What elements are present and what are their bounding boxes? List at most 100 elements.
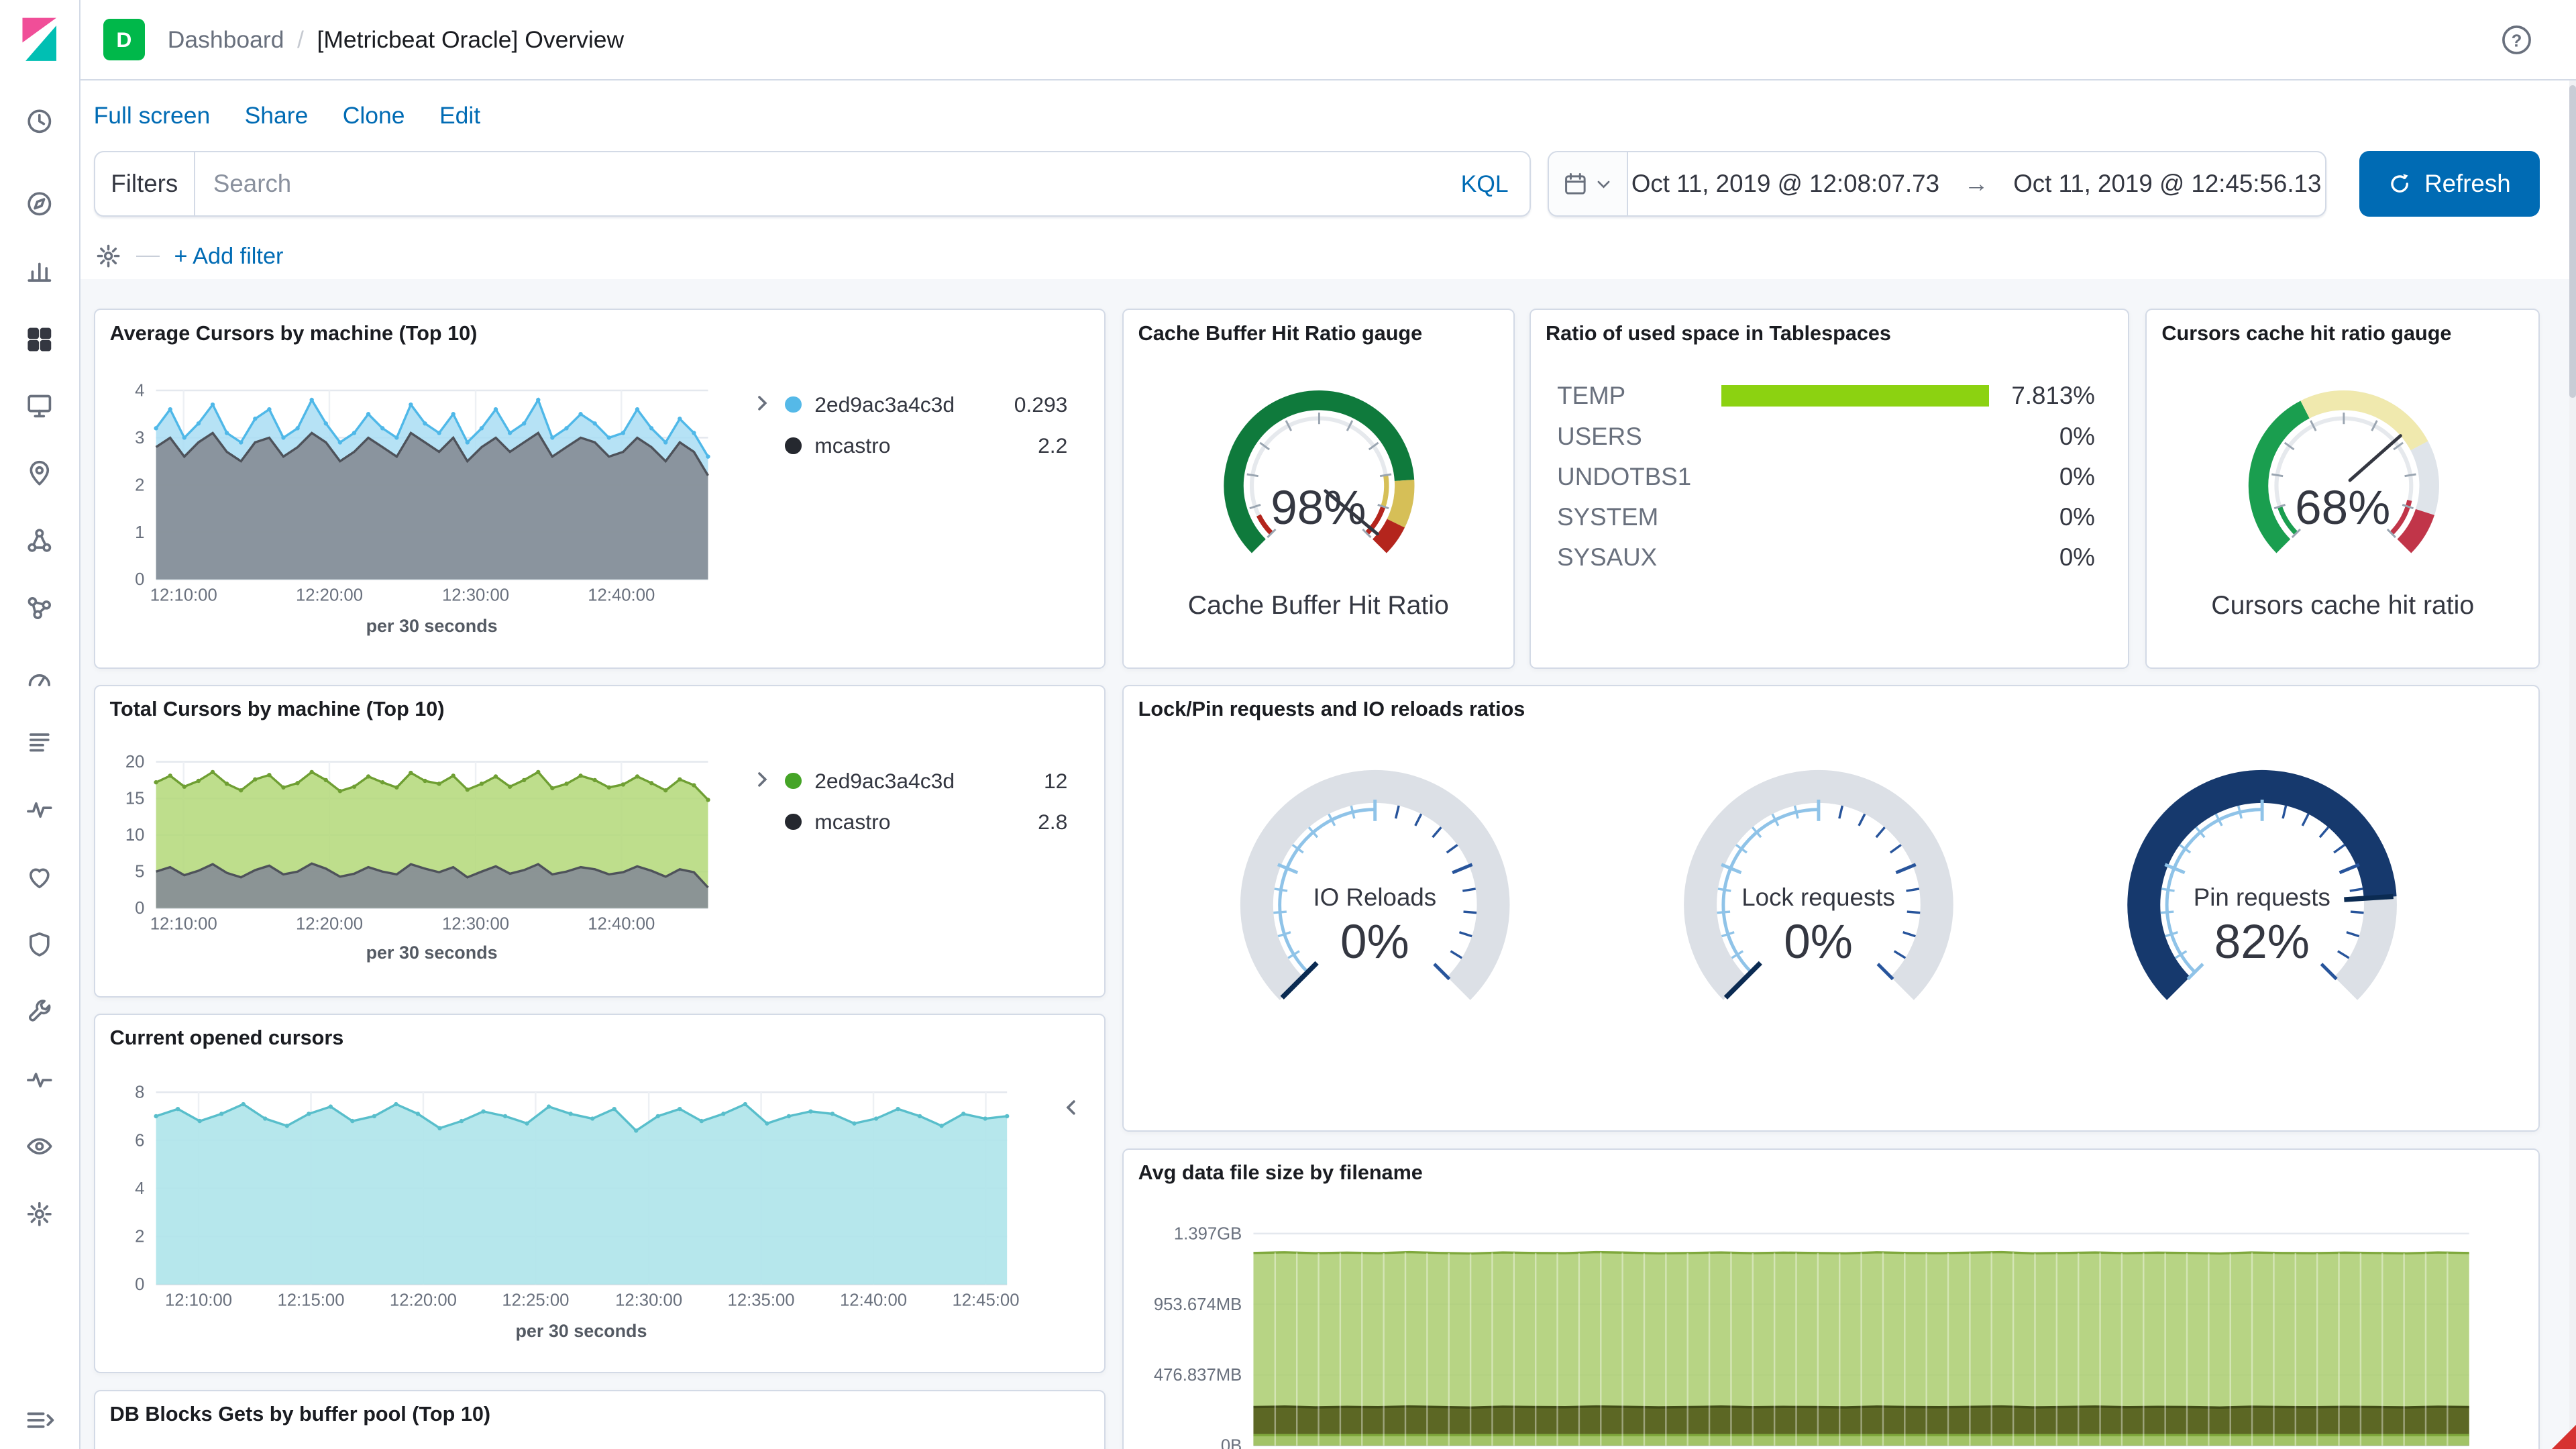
query-bar: Filters KQL Oct 11, 2019 @ 12:08:07.73 →… <box>93 151 2540 217</box>
maps-icon[interactable] <box>20 453 60 493</box>
discover-icon[interactable] <box>20 184 60 223</box>
start-date-button[interactable]: Oct 11, 2019 @ 12:08:07.73 <box>1631 170 1939 198</box>
filters-button[interactable]: Filters <box>95 152 195 216</box>
panel-title[interactable]: Cursors cache hit ratio gauge <box>2161 322 2451 345</box>
svg-text:12:30:00: 12:30:00 <box>615 1291 682 1309</box>
calendar-icon[interactable] <box>1548 152 1628 216</box>
graph-icon[interactable] <box>20 588 60 628</box>
gauge-value: 0% <box>1784 915 1853 969</box>
canvas-icon[interactable] <box>20 386 60 425</box>
edit-link[interactable]: Edit <box>439 102 480 129</box>
stack-monitoring-icon[interactable] <box>20 1059 60 1099</box>
legend-expand-icon[interactable] <box>1059 1097 1085 1123</box>
dashboard-chrome: Full screen Share Clone Edit Filters KQL Oc… <box>80 80 2576 280</box>
panel-title[interactable]: Avg data file size by filename <box>1138 1161 1423 1185</box>
gauge-caption: Cursors cache hit ratio <box>2211 591 2475 621</box>
panel-average-cursors: Average Cursors by machine (Top 10) 0 1 2 3… <box>93 309 1106 669</box>
legend-collapse-icon[interactable] <box>749 769 775 795</box>
refresh-button[interactable]: Refresh <box>2359 151 2540 217</box>
legend-series-value: 0.293 <box>1014 392 1068 417</box>
metrics-icon[interactable] <box>20 655 60 695</box>
legend-color-dot <box>785 813 802 830</box>
clone-link[interactable]: Clone <box>343 102 405 129</box>
logs-icon[interactable] <box>20 722 60 762</box>
panel-title[interactable]: Current opened cursors <box>110 1026 344 1050</box>
share-link[interactable]: Share <box>245 102 309 129</box>
legend-item[interactable]: mcastro 2.2 <box>785 425 1067 466</box>
panel-title[interactable]: Average Cursors by machine (Top 10) <box>110 322 478 345</box>
panel-tablespaces: Ratio of used space in Tablespaces TEMP 7… <box>1529 309 2129 669</box>
machine-learning-icon[interactable] <box>20 521 60 560</box>
svg-text:10: 10 <box>125 826 144 845</box>
panel-title[interactable]: Total Cursors by machine (Top 10) <box>110 698 445 721</box>
svg-text:12:25:00: 12:25:00 <box>502 1291 569 1309</box>
top-header: D Dashboard / [Metricbeat Oracle] Overvi… <box>80 0 2576 80</box>
full-screen-link[interactable]: Full screen <box>94 102 211 129</box>
add-filter-button[interactable]: + Add filter <box>174 244 284 270</box>
tablespace-name: UNDOTBS1 <box>1557 462 1692 490</box>
tablespace-name: USERS <box>1557 422 1642 450</box>
filter-options-gear-icon[interactable] <box>95 243 121 269</box>
tablespace-name: SYSTEM <box>1557 503 1659 531</box>
svg-text:?: ? <box>2512 32 2522 50</box>
gauge-caption: Cache Buffer Hit Ratio <box>1187 591 1449 621</box>
nav-menu-expand-icon[interactable] <box>21 1405 58 1441</box>
filter-row: + Add filter <box>95 240 283 273</box>
svg-text:2: 2 <box>135 1228 144 1246</box>
management-icon[interactable] <box>20 1194 60 1234</box>
watcher-icon[interactable] <box>20 1127 60 1167</box>
tablespace-value: 0% <box>2059 462 2095 490</box>
svg-text:12:15:00: 12:15:00 <box>277 1291 344 1309</box>
panel-title[interactable]: Cache Buffer Hit Ratio gauge <box>1138 322 1422 345</box>
legend-series-value: 2.8 <box>1038 809 1068 834</box>
siem-icon[interactable] <box>20 925 60 965</box>
breadcrumb-dashboard-link[interactable]: Dashboard <box>168 26 284 54</box>
panel-cache-buffer-hit-ratio: Cache Buffer Hit Ratio gauge 98% Cache B… <box>1122 309 1515 669</box>
chevron-down-icon <box>1597 180 1609 189</box>
scroll-bottom-marker <box>2552 1425 2576 1449</box>
svg-text:6: 6 <box>135 1131 144 1150</box>
kibana-logo[interactable] <box>15 15 64 64</box>
help-icon[interactable]: ? <box>2500 23 2533 56</box>
legend-series-name: mcastro <box>814 433 891 458</box>
chart-legend: 2ed9ac3a4c3d 0.293 mcastro 2.2 <box>785 384 1067 466</box>
kql-button[interactable]: KQL <box>1440 170 1530 198</box>
panel-title[interactable]: Lock/Pin requests and IO reloads ratios <box>1138 698 1525 721</box>
tablespace-name: SYSAUX <box>1557 543 1658 572</box>
svg-text:1.397GB: 1.397GB <box>1173 1224 1241 1243</box>
svg-text:12:10:00: 12:10:00 <box>150 915 217 934</box>
gauge-label: Pin requests <box>2193 883 2330 912</box>
uptime-icon[interactable] <box>20 857 60 897</box>
data-file-size-chart[interactable]: 0B 476.837MB 953.674MB 1.397GB <box>1124 1150 2541 1449</box>
svg-text:12:30:00: 12:30:00 <box>442 586 509 605</box>
date-picker: Oct 11, 2019 @ 12:08:07.73 → Oct 11, 201… <box>1547 151 2326 217</box>
svg-text:1: 1 <box>135 523 144 542</box>
legend-color-dot <box>785 396 802 413</box>
svg-text:3: 3 <box>135 429 144 447</box>
recently-viewed-icon[interactable] <box>20 102 60 142</box>
svg-text:12:10:00: 12:10:00 <box>165 1291 232 1309</box>
visualize-icon[interactable] <box>20 252 60 291</box>
search-input[interactable] <box>195 170 1440 199</box>
gauge-value: 82% <box>2214 915 2310 969</box>
panel-title[interactable]: Ratio of used space in Tablespaces <box>1546 322 1891 345</box>
svg-text:12:20:00: 12:20:00 <box>389 1291 456 1309</box>
svg-text:15: 15 <box>125 790 144 808</box>
legend-item[interactable]: 2ed9ac3a4c3d 0.293 <box>785 384 1067 425</box>
svg-text:8: 8 <box>135 1083 144 1102</box>
dev-tools-icon[interactable] <box>20 992 60 1032</box>
vertical-scrollbar[interactable] <box>2569 0 2576 1449</box>
space-badge[interactable]: D <box>103 19 145 60</box>
svg-text:476.837MB: 476.837MB <box>1153 1366 1241 1385</box>
end-date-button[interactable]: Oct 11, 2019 @ 12:45:56.13 <box>2013 170 2321 198</box>
panel-title[interactable]: DB Blocks Gets by buffer pool (Top 10) <box>110 1403 490 1426</box>
dashboard-icon[interactable] <box>20 319 60 358</box>
scrollbar-thumb[interactable] <box>2569 85 2576 398</box>
svg-text:4: 4 <box>135 382 144 400</box>
apm-icon[interactable] <box>20 790 60 830</box>
panel-current-opened-cursors: Current opened cursors 0 2 4 6 8 12:10:00 12:1… <box>93 1014 1106 1374</box>
legend-item[interactable]: 2ed9ac3a4c3d 12 <box>785 760 1067 801</box>
legend-collapse-icon[interactable] <box>749 392 775 419</box>
legend-item[interactable]: mcastro 2.8 <box>785 802 1067 843</box>
tablespace-usage-bar <box>1721 384 1990 407</box>
